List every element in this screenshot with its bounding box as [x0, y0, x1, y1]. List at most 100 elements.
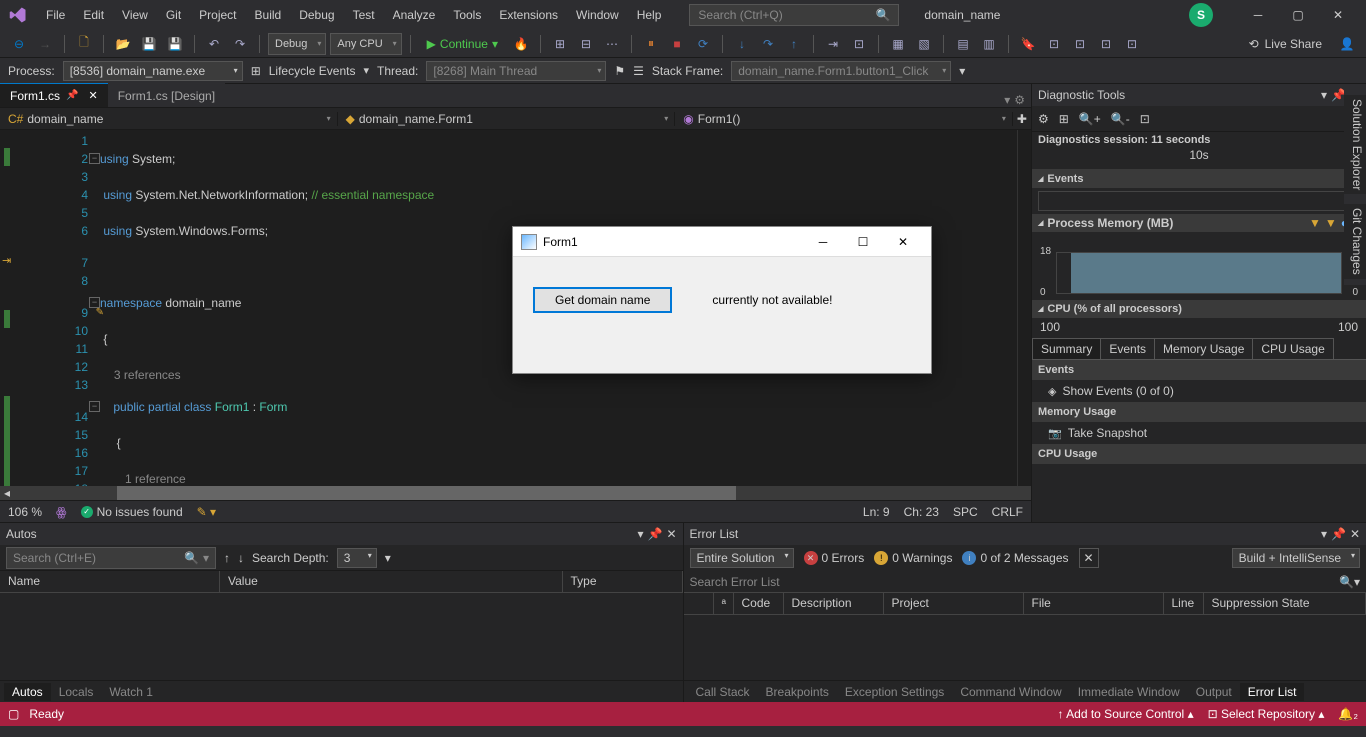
menu-tools[interactable]: Tools [445, 4, 489, 26]
split-icon[interactable]: ✚ [1013, 112, 1031, 126]
diag-icon-2[interactable]: ⊡ [1140, 112, 1150, 126]
tb-icon-d[interactable]: ▧ [913, 33, 935, 55]
diag-timeline[interactable]: 10s [1032, 148, 1366, 170]
menu-window[interactable]: Window [568, 4, 627, 26]
errors-filter[interactable]: ✕0 Errors [804, 551, 865, 565]
scope-dropdown[interactable]: Entire Solution [690, 548, 794, 568]
col-project[interactable]: Project [884, 593, 1024, 614]
messages-filter[interactable]: i0 of 2 Messages [962, 551, 1068, 565]
tab-callstack[interactable]: Call Stack [688, 683, 758, 701]
feedback-icon[interactable]: 👤 [1336, 33, 1358, 55]
tb-icon-c[interactable]: ▦ [887, 33, 909, 55]
menu-test[interactable]: Test [345, 4, 383, 26]
hot-reload-icon[interactable]: 🔥 [510, 33, 532, 55]
diag-tab-memory[interactable]: Memory Usage [1154, 338, 1253, 359]
process-dropdown[interactable]: [8536] domain_name.exe [63, 61, 243, 81]
up-arrow-icon[interactable]: ↑ [224, 551, 230, 565]
col-suppression[interactable]: Suppression State [1204, 593, 1366, 614]
settings-icon[interactable]: ⚙ [1038, 112, 1049, 126]
tab-form1-cs[interactable]: Form1.cs 📌 ✕ [0, 83, 108, 107]
more-icon[interactable]: ▾ [385, 551, 391, 565]
col-name[interactable]: Name [0, 571, 220, 592]
tb-icon-2[interactable]: ⊟ [575, 33, 597, 55]
menu-git[interactable]: Git [158, 4, 189, 26]
crlf-indicator[interactable]: CRLF [992, 505, 1023, 519]
diag-icon-1[interactable]: ⊞ [1059, 112, 1069, 126]
show-events-link[interactable]: ◈ Show Events (0 of 0) [1032, 380, 1366, 402]
gear-icon[interactable]: ⚙ [1014, 93, 1025, 107]
get-domain-button[interactable]: Get domain name [533, 287, 672, 313]
open-icon[interactable]: 📂 [112, 33, 134, 55]
config-dropdown[interactable]: Debug [268, 33, 326, 55]
minimize-button[interactable]: ─ [1238, 1, 1278, 29]
tb-icon-k[interactable]: ⊡ [1121, 33, 1143, 55]
save-icon[interactable]: 💾 [138, 33, 160, 55]
tab-exception[interactable]: Exception Settings [837, 683, 952, 701]
form-close-button[interactable]: ✕ [883, 228, 923, 256]
close-button[interactable]: ✕ [1318, 1, 1358, 29]
menu-build[interactable]: Build [247, 4, 290, 26]
restart-icon[interactable]: ⟳ [692, 33, 714, 55]
thread-dropdown[interactable]: [8268] Main Thread [426, 61, 606, 81]
close-tab-icon[interactable]: ✕ [88, 89, 97, 102]
diag-tab-summary[interactable]: Summary [1032, 338, 1101, 359]
forward-icon[interactable]: → [34, 33, 56, 55]
diag-tab-events[interactable]: Events [1100, 338, 1155, 359]
col-file[interactable]: File [1024, 593, 1164, 614]
tab-form1-design[interactable]: Form1.cs [Design] [108, 83, 225, 107]
back-icon[interactable]: ⊖ [8, 33, 30, 55]
threads-icon[interactable]: ☰ [633, 64, 644, 78]
events-lane[interactable] [1038, 191, 1360, 211]
form-maximize-button[interactable]: ☐ [843, 228, 883, 256]
flag-icon[interactable]: ⚑ [614, 64, 625, 78]
continue-button[interactable]: ▶ Continue ▾ [419, 37, 506, 51]
tab-locals[interactable]: Locals [51, 683, 102, 701]
undo-icon[interactable]: ↶ [203, 33, 225, 55]
menu-extensions[interactable]: Extensions [491, 4, 566, 26]
tb-icon-j[interactable]: ⊡ [1095, 33, 1117, 55]
tab-dropdown-icon[interactable]: ▾ [1004, 93, 1010, 107]
select-repo[interactable]: ⊡ Select Repository ▴ [1208, 707, 1325, 721]
col-type[interactable]: Type [563, 571, 683, 592]
horizontal-scrollbar[interactable]: ◂ [0, 486, 1031, 500]
tb-icon-a[interactable]: ⇥ [822, 33, 844, 55]
memory-chart[interactable]: 18 0 18 0 [1038, 234, 1360, 298]
live-share-button[interactable]: ⟲ Live Share [1239, 37, 1332, 51]
dropdown-icon[interactable]: ▾ [1321, 88, 1327, 102]
diag-tab-cpu[interactable]: CPU Usage [1252, 338, 1333, 359]
nav-member[interactable]: ◉Form1() [675, 112, 1013, 126]
global-search-input[interactable]: Search (Ctrl+Q) 🔍 [689, 4, 899, 26]
zoom-in-icon[interactable]: 🔍+ [1079, 112, 1101, 126]
dropdown-icon[interactable]: ▾ [1321, 527, 1327, 541]
lifecycle-dropdown[interactable]: Lifecycle Events [269, 64, 356, 78]
issues-indicator[interactable]: ✓No issues found [81, 505, 183, 519]
maximize-button[interactable]: ▢ [1278, 1, 1318, 29]
clear-icon[interactable]: ✕ [1079, 548, 1099, 568]
menu-project[interactable]: Project [191, 4, 244, 26]
tb-icon-f[interactable]: ▥ [978, 33, 1000, 55]
zoom-level[interactable]: 106 % [8, 505, 42, 519]
nav-project[interactable]: C#domain_name [0, 112, 338, 126]
save-all-icon[interactable]: 💾 [164, 33, 186, 55]
autos-search-input[interactable]: Search (Ctrl+E)🔍▾ [6, 547, 216, 569]
pin-icon[interactable]: 📌 [1331, 527, 1346, 541]
step-out-icon[interactable]: ↑ [783, 33, 805, 55]
col-line[interactable]: Line [1164, 593, 1204, 614]
dropdown-icon[interactable]: ▾ [637, 527, 643, 541]
memory-section-header[interactable]: Process Memory (MB)▼▼●P [1032, 214, 1366, 232]
tab-errorlist[interactable]: Error List [1240, 683, 1305, 701]
lifecycle-icon[interactable]: ⊞ [251, 64, 261, 78]
zoom-out-icon[interactable]: 🔍- [1111, 112, 1130, 126]
scroll-margin[interactable] [1017, 130, 1031, 486]
tb-icon-1[interactable]: ⊞ [549, 33, 571, 55]
stack-dropdown[interactable]: domain_name.Form1.button1_Click [731, 61, 951, 81]
step-over-icon[interactable]: ↷ [757, 33, 779, 55]
build-dropdown[interactable]: Build + IntelliSense [1232, 548, 1360, 568]
form-minimize-button[interactable]: ─ [803, 228, 843, 256]
tab-watch[interactable]: Watch 1 [101, 683, 161, 701]
events-section-header[interactable]: Events [1032, 170, 1366, 188]
pause-icon[interactable]: ⏸ [640, 33, 662, 55]
close-icon[interactable]: ✕ [666, 527, 676, 541]
tab-command[interactable]: Command Window [952, 683, 1069, 701]
form1-titlebar[interactable]: Form1 ─ ☐ ✕ [513, 227, 931, 257]
